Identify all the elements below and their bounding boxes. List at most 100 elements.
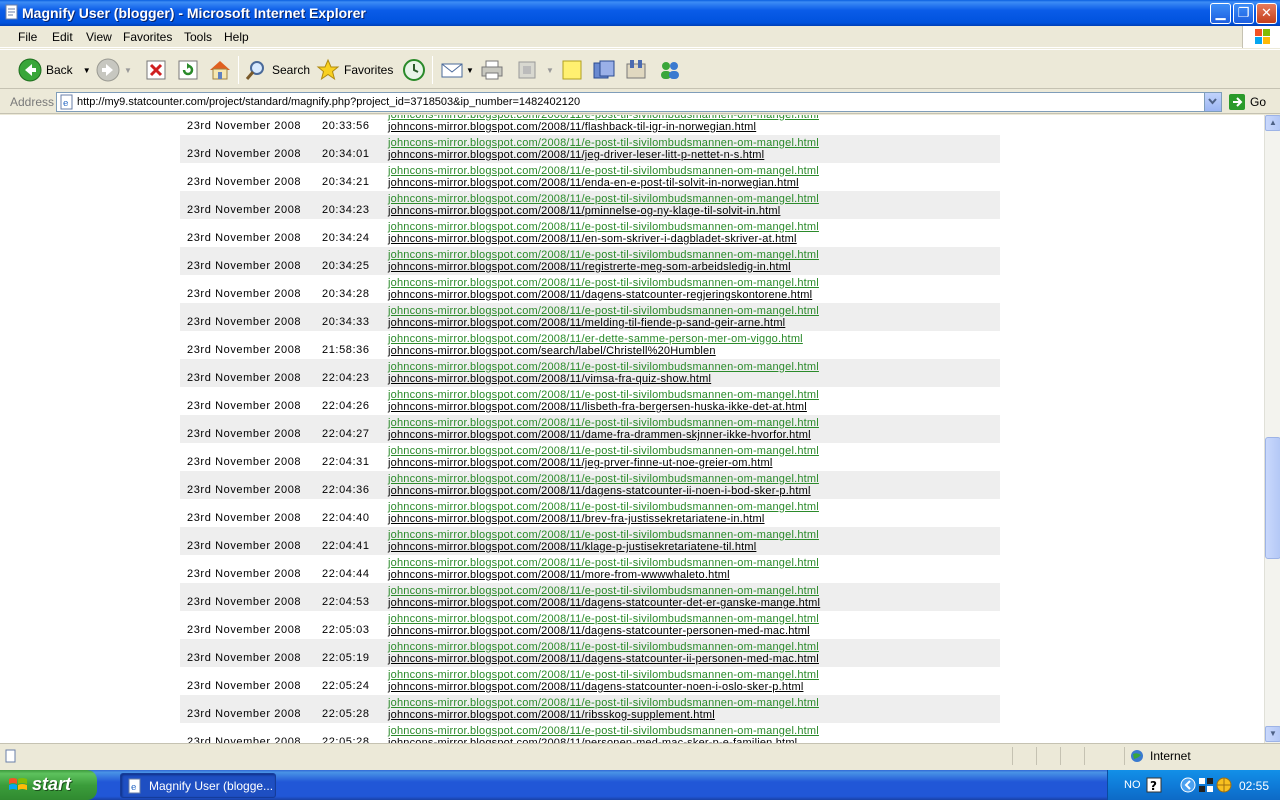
page-content: 23rd November 2008 20:33:56 johncons-mirro… <box>0 115 1264 743</box>
address-field[interactable]: e <box>56 92 1222 112</box>
address-input[interactable] <box>77 94 1197 110</box>
exit-page-link[interactable]: johncons-mirror.blogspot.com/2008/11/vim… <box>388 373 711 385</box>
discuss-button[interactable] <box>624 55 648 85</box>
history-button[interactable] <box>402 55 426 85</box>
visit-row: 23rd November 2008 22:04:36 johncons-mirro… <box>180 471 1000 499</box>
entry-page-link[interactable]: johncons-mirror.blogspot.com/2008/11/e-p… <box>388 697 819 709</box>
close-window-button[interactable]: ✕ <box>1256 3 1277 24</box>
favorites-button[interactable]: Favorites <box>316 55 393 85</box>
exit-page-link[interactable]: johncons-mirror.blogspot.com/2008/11/kla… <box>388 541 756 553</box>
exit-page-link[interactable]: johncons-mirror.blogspot.com/2008/11/en-… <box>388 233 797 245</box>
mail-dropdown-icon[interactable]: ▼ <box>466 66 474 75</box>
refresh-button[interactable] <box>176 55 200 85</box>
exit-page-link[interactable]: johncons-mirror.blogspot.com/search/labe… <box>388 345 716 357</box>
exit-page-link[interactable]: johncons-mirror.blogspot.com/2008/11/end… <box>388 177 799 189</box>
address-dropdown-button[interactable] <box>1204 93 1221 111</box>
back-button[interactable]: Back ▼ <box>18 55 91 85</box>
visit-time: 20:34:23 <box>322 204 370 216</box>
visit-row: 23rd November 2008 20:34:23 johncons-mirro… <box>180 191 1000 219</box>
entry-page-link[interactable]: johncons-mirror.blogspot.com/2008/11/e-p… <box>388 501 819 513</box>
entry-page-link[interactable]: johncons-mirror.blogspot.com/2008/11/e-p… <box>388 445 819 457</box>
entry-page-link[interactable]: johncons-mirror.blogspot.com/2008/11/e-p… <box>388 585 819 597</box>
menu-help[interactable]: Help <box>224 30 249 44</box>
entry-page-link[interactable]: johncons-mirror.blogspot.com/2008/11/e-p… <box>388 221 819 233</box>
exit-page-link[interactable]: johncons-mirror.blogspot.com/2008/11/dag… <box>388 485 811 497</box>
entry-page-link[interactable]: johncons-mirror.blogspot.com/2008/11/e-p… <box>388 361 819 373</box>
minimize-button[interactable]: ▁ <box>1210 3 1231 24</box>
exit-page-link[interactable]: johncons-mirror.blogspot.com/2008/11/dag… <box>388 681 803 693</box>
back-dropdown-icon[interactable]: ▼ <box>83 66 91 75</box>
menu-tools[interactable]: Tools <box>184 30 212 44</box>
mail-icon <box>441 63 463 78</box>
menu-edit[interactable]: Edit <box>52 30 73 44</box>
entry-page-link[interactable]: johncons-mirror.blogspot.com/2008/11/er-… <box>388 333 803 345</box>
messenger-contacts-button[interactable] <box>658 55 682 85</box>
go-button[interactable]: Go <box>1228 92 1266 112</box>
entry-page-link[interactable]: johncons-mirror.blogspot.com/2008/11/e-p… <box>388 249 819 261</box>
help-icon[interactable]: ? <box>1146 777 1162 793</box>
network-icon[interactable] <box>1198 777 1214 793</box>
search-button[interactable]: Search <box>244 55 310 85</box>
edit-dropdown-icon[interactable]: ▼ <box>546 66 554 75</box>
entry-page-link[interactable]: johncons-mirror.blogspot.com/2008/11/e-p… <box>388 473 819 485</box>
exit-page-link[interactable]: johncons-mirror.blogspot.com/2008/11/jeg… <box>388 149 764 161</box>
scroll-down-button[interactable]: ▼ <box>1265 726 1280 742</box>
entry-page-link[interactable]: johncons-mirror.blogspot.com/2008/11/e-p… <box>388 277 819 289</box>
exit-page-link[interactable]: johncons-mirror.blogspot.com/2008/11/mor… <box>388 569 730 581</box>
entry-page-link[interactable]: johncons-mirror.blogspot.com/2008/11/e-p… <box>388 137 819 149</box>
forward-button[interactable]: ▼ <box>96 55 132 85</box>
printer-icon <box>481 60 503 80</box>
visit-time: 21:58:36 <box>322 344 370 356</box>
visit-date: 23rd November 2008 <box>187 316 302 328</box>
entry-page-link[interactable]: johncons-mirror.blogspot.com/2008/11/e-p… <box>388 557 819 569</box>
entry-page-link[interactable]: johncons-mirror.blogspot.com/2008/11/e-p… <box>388 417 819 429</box>
chevron-left-icon[interactable] <box>1180 777 1196 793</box>
exit-page-link[interactable]: johncons-mirror.blogspot.com/2008/11/bre… <box>388 513 765 525</box>
messenger-button[interactable] <box>592 55 616 85</box>
exit-page-link[interactable]: johncons-mirror.blogspot.com/2008/11/rib… <box>388 709 715 721</box>
mail-button[interactable]: ▼ <box>440 55 474 85</box>
exit-page-link[interactable]: johncons-mirror.blogspot.com/2008/11/reg… <box>388 261 791 273</box>
forward-dropdown-icon[interactable]: ▼ <box>124 66 132 75</box>
exit-page-link[interactable]: johncons-mirror.blogspot.com/2008/11/pmi… <box>388 205 780 217</box>
exit-page-link[interactable]: johncons-mirror.blogspot.com/2008/11/dag… <box>388 653 819 665</box>
entry-page-link[interactable]: johncons-mirror.blogspot.com/2008/11/e-p… <box>388 725 819 737</box>
globe-tray-icon[interactable] <box>1216 777 1232 793</box>
print-button[interactable] <box>480 55 504 85</box>
edit-button[interactable]: ▼ <box>516 55 554 85</box>
menu-favorites[interactable]: Favorites <box>123 30 172 44</box>
start-button[interactable]: start <box>0 770 97 800</box>
entry-page-link[interactable]: johncons-mirror.blogspot.com/2008/11/e-p… <box>388 193 819 205</box>
status-divider <box>1060 747 1061 765</box>
entry-page-link[interactable]: johncons-mirror.blogspot.com/2008/11/e-p… <box>388 641 819 653</box>
stop-button[interactable] <box>144 55 168 85</box>
scroll-thumb[interactable] <box>1265 437 1280 559</box>
language-indicator[interactable]: NO <box>1124 779 1141 791</box>
entry-page-link[interactable]: johncons-mirror.blogspot.com/2008/11/e-p… <box>388 529 819 541</box>
entry-page-link[interactable]: johncons-mirror.blogspot.com/2008/11/e-p… <box>388 389 819 401</box>
home-button[interactable] <box>208 55 232 85</box>
vertical-scrollbar[interactable]: ▲ ▼ <box>1264 115 1280 743</box>
entry-page-link[interactable]: johncons-mirror.blogspot.com/2008/11/e-p… <box>388 669 819 681</box>
visit-row: 23rd November 2008 20:34:25 johncons-mirro… <box>180 247 1000 275</box>
exit-page-link[interactable]: johncons-mirror.blogspot.com/2008/11/mel… <box>388 317 785 329</box>
restore-button[interactable]: ❐ <box>1233 3 1254 24</box>
taskbar-item-ie[interactable]: e Magnify User (blogge... <box>120 773 276 798</box>
entry-page-link[interactable]: johncons-mirror.blogspot.com/2008/11/e-p… <box>388 613 819 625</box>
visit-row: 23rd November 2008 20:34:21 johncons-mirro… <box>180 163 1000 191</box>
address-bar: Address e Go <box>0 90 1280 114</box>
exit-page-link[interactable]: johncons-mirror.blogspot.com/2008/11/dag… <box>388 625 810 637</box>
exit-page-link[interactable]: johncons-mirror.blogspot.com/2008/11/fla… <box>388 121 756 133</box>
menu-file[interactable]: File <box>18 30 37 44</box>
exit-page-link[interactable]: johncons-mirror.blogspot.com/2008/11/lis… <box>388 401 807 413</box>
menu-view[interactable]: View <box>86 30 112 44</box>
exit-page-link[interactable]: johncons-mirror.blogspot.com/2008/11/dag… <box>388 289 812 301</box>
exit-page-link[interactable]: johncons-mirror.blogspot.com/2008/11/dag… <box>388 597 820 609</box>
entry-page-link[interactable]: johncons-mirror.blogspot.com/2008/11/e-p… <box>388 165 819 177</box>
exit-page-link[interactable]: johncons-mirror.blogspot.com/2008/11/jeg… <box>388 457 772 469</box>
entry-page-link[interactable]: johncons-mirror.blogspot.com/2008/11/e-p… <box>388 305 819 317</box>
visit-date: 23rd November 2008 <box>187 512 302 524</box>
notes-button[interactable] <box>560 55 584 85</box>
exit-page-link[interactable]: johncons-mirror.blogspot.com/2008/11/dam… <box>388 429 811 441</box>
scroll-up-button[interactable]: ▲ <box>1265 115 1280 131</box>
